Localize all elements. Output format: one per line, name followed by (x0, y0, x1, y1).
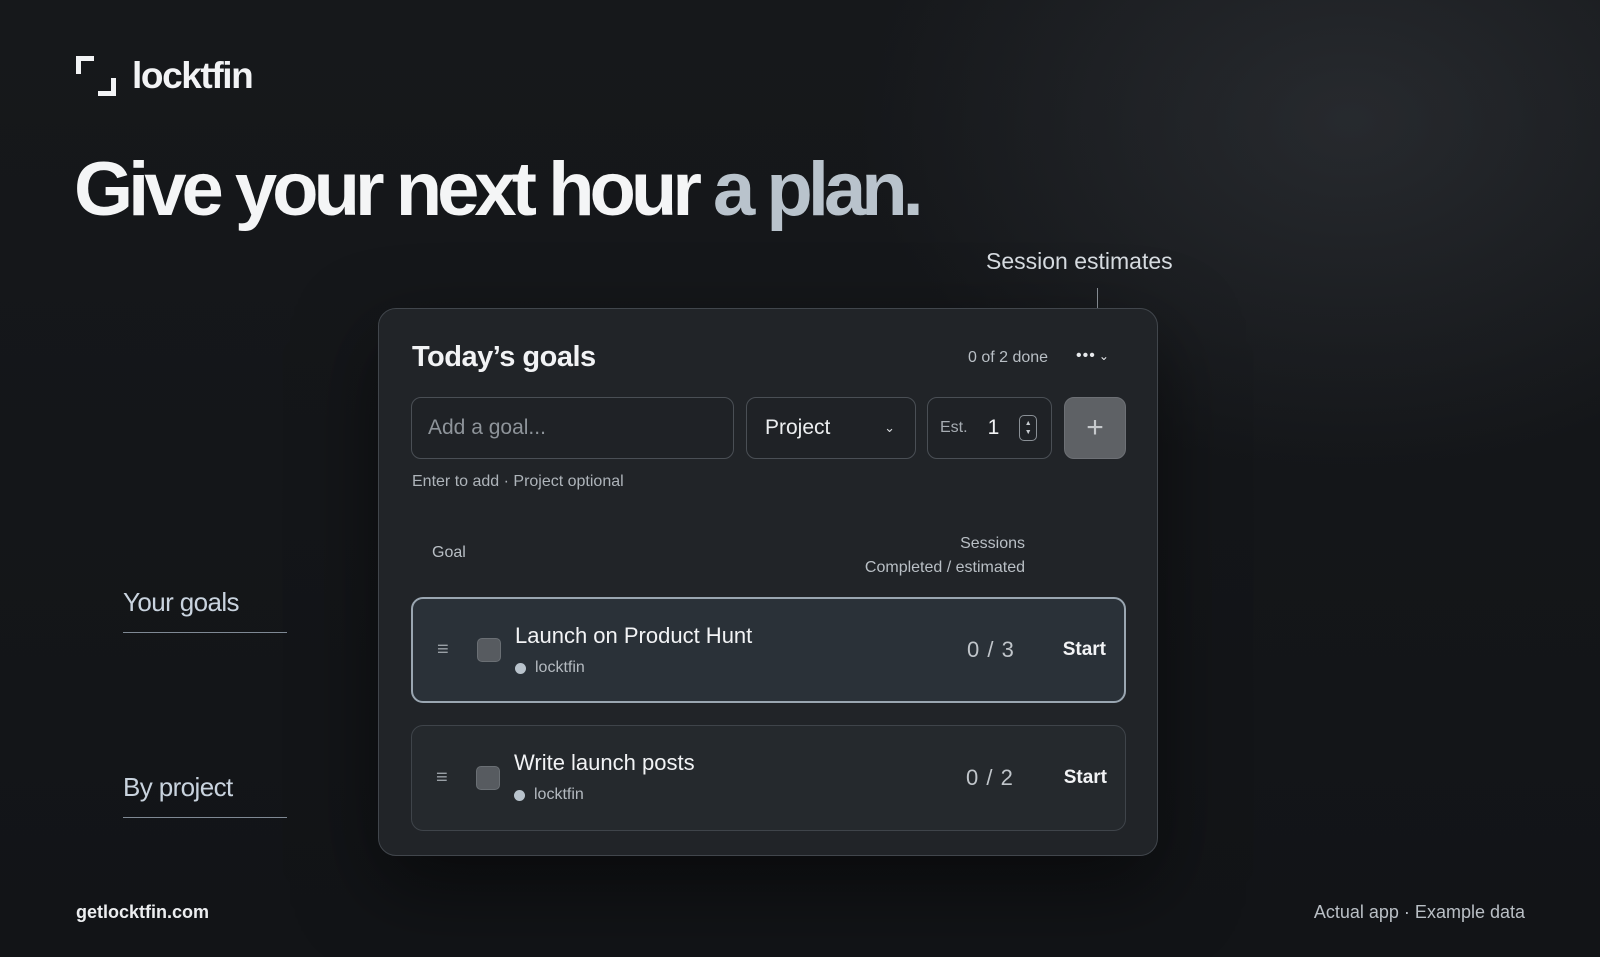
goal-sessions: 0 / 3 (967, 637, 1015, 662)
start-button[interactable]: Start (1063, 639, 1106, 661)
estimate-field[interactable]: Est. 1 ▲ ▼ (927, 397, 1052, 459)
drag-handle-icon[interactable]: ≡ (437, 639, 449, 662)
input-hint: Enter to add · Project optional (412, 473, 624, 490)
plus-icon: + (1086, 411, 1104, 444)
corner-brackets-icon (76, 56, 116, 96)
goal-project-name: locktfin (534, 786, 584, 803)
brand-name: locktfin (132, 55, 254, 96)
chevron-down-icon: ⌄ (884, 420, 895, 435)
headline: Give your next hour a plan. (74, 152, 924, 228)
todays-goals-card: Today’s goals 0 of 2 done •••⌄ Project ⌄… (378, 308, 1158, 856)
goal-row[interactable]: ≡ Launch on Product Hunt locktfin 0 / 3 … (411, 597, 1126, 703)
goal-row[interactable]: ≡ Write launch posts locktfin 0 / 2 Star… (411, 725, 1126, 831)
add-goal-input[interactable] (411, 397, 734, 459)
by-project-label: By project (123, 772, 287, 818)
project-select[interactable]: Project ⌄ (746, 397, 916, 459)
sessions-header-line1: Sessions (960, 535, 1025, 552)
goal-sessions: 0 / 2 (966, 765, 1014, 790)
sessions-header-line2: Completed / estimated (864, 559, 1025, 576)
project-dot-icon (514, 789, 525, 801)
chevron-down-icon: ⌄ (1098, 349, 1110, 363)
headline-main: Give your next hour (74, 147, 702, 232)
estimate-label: Est. (940, 419, 968, 436)
headline-accent: a plan. (713, 147, 924, 232)
project-dot-icon (515, 662, 526, 674)
add-goal-button[interactable]: + (1064, 397, 1126, 459)
page: locktfin Give your next hour a plan. Ses… (0, 0, 1600, 957)
goal-project-name: locktfin (535, 659, 585, 676)
goal-title: Write launch posts (514, 750, 695, 775)
drag-handle-icon[interactable]: ≡ (436, 767, 448, 790)
footer-url[interactable]: getlocktfin.com (76, 902, 209, 923)
goal-checkbox[interactable] (477, 638, 501, 662)
more-options-button[interactable]: ••• ⌄ (1076, 347, 1110, 365)
footer-note: Actual app · Example data (1313, 902, 1525, 922)
brand-logo[interactable]: locktfin (76, 55, 254, 97)
goal-title: Launch on Product Hunt (515, 623, 753, 648)
goal-project: locktfin (515, 659, 585, 677)
your-goals-label: Your goals (123, 587, 287, 633)
column-header-goal: Goal (432, 544, 466, 561)
card-title: Today’s goals (412, 341, 596, 373)
column-header-sessions: Sessions Completed / estimated (865, 532, 1025, 580)
start-button[interactable]: Start (1064, 767, 1107, 789)
estimate-value[interactable]: 1 (988, 416, 1000, 440)
stepper-icon[interactable]: ▲ ▼ (1019, 415, 1038, 441)
project-select-value: Project (765, 416, 831, 439)
goal-project: locktfin (514, 786, 584, 804)
done-count: 0 of 2 done (968, 349, 1049, 366)
goal-checkbox[interactable] (476, 766, 500, 790)
ellipsis-icon: ••• (1076, 347, 1096, 364)
session-estimates-callout: Session estimates (986, 248, 1173, 274)
